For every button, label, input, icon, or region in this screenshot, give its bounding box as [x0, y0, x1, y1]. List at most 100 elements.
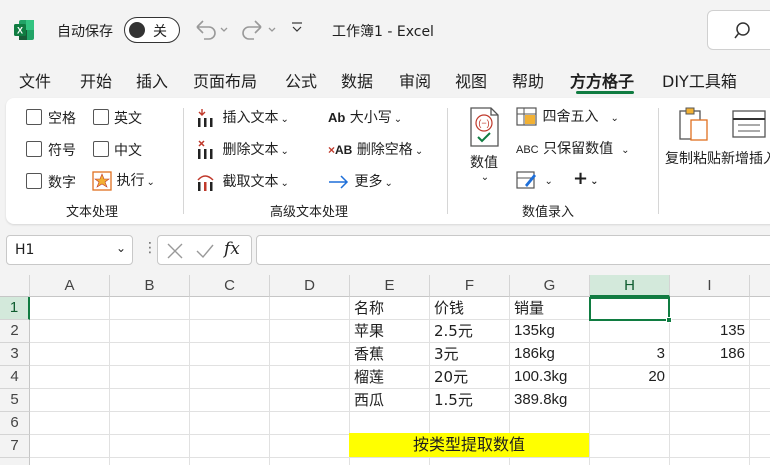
grid-cell[interactable] [30, 366, 110, 389]
grid-cell[interactable] [590, 435, 670, 458]
row-header-1[interactable]: 1 [0, 297, 30, 320]
grid-cell[interactable] [110, 435, 190, 458]
formula-input[interactable] [256, 235, 770, 265]
row-header-8[interactable] [0, 458, 30, 465]
grid-cell[interactable] [670, 435, 750, 458]
grid-cell[interactable] [750, 320, 770, 343]
grid-cell[interactable] [750, 389, 770, 412]
delete-text-button[interactable]: 删除文本 ⌄ [196, 139, 289, 160]
grid-cell[interactable] [750, 343, 770, 366]
cell-f2[interactable]: 2.5元 [430, 320, 510, 343]
enter-icon[interactable] [195, 242, 215, 260]
tab-formulas[interactable]: 公式 [285, 68, 317, 92]
grid-cell[interactable] [670, 297, 750, 320]
cell-h3[interactable]: 3 [590, 343, 670, 366]
grid-cell[interactable] [750, 366, 770, 389]
row-header-4[interactable]: 4 [0, 366, 30, 389]
grid-cell[interactable] [190, 389, 270, 412]
active-cell-h1[interactable] [589, 297, 670, 321]
grid-cell[interactable] [350, 458, 430, 465]
column-header-a[interactable]: A [30, 275, 110, 297]
row-header-7[interactable]: 7 [0, 435, 30, 458]
insert-text-button[interactable]: 插入文本 ⌄ [196, 107, 289, 128]
cell-i2[interactable]: 135 [670, 320, 750, 343]
grid-cell[interactable] [270, 435, 350, 458]
cell-h4[interactable]: 20 [590, 366, 670, 389]
value-button[interactable]: (−) 数值 ⌄ [464, 106, 504, 183]
cell-e2[interactable]: 苹果 [350, 320, 430, 343]
column-header-h[interactable]: H [590, 275, 670, 297]
case-button[interactable]: Ab 大小写 ⌄ [328, 107, 402, 127]
grid-cell[interactable] [110, 389, 190, 412]
row-header-6[interactable]: 6 [0, 412, 30, 435]
tab-page-layout[interactable]: 页面布局 [193, 68, 257, 92]
grid-cell[interactable] [30, 435, 110, 458]
grid-cell[interactable] [30, 343, 110, 366]
checkbox-english[interactable] [93, 109, 109, 125]
tab-data[interactable]: 数据 [341, 68, 373, 92]
grid-cell[interactable] [30, 320, 110, 343]
grid-cell[interactable] [270, 320, 350, 343]
grid-cell[interactable] [750, 435, 770, 458]
extract-values-banner[interactable]: 按类型提取数值 [349, 433, 589, 457]
grid-cell[interactable] [30, 412, 110, 435]
grid-cell[interactable] [190, 412, 270, 435]
add-insert-button[interactable]: 新增插入 [721, 106, 770, 168]
cell-i3[interactable]: 186 [670, 343, 750, 366]
insert-function-icon[interactable]: fx [224, 239, 240, 259]
more-button[interactable]: 更多 ⌄ [328, 171, 393, 191]
grid-cell[interactable] [190, 320, 270, 343]
column-header-c[interactable]: C [190, 275, 270, 297]
keep-values-button[interactable]: ABC 只保留数值 ⌄ [516, 138, 629, 158]
checkbox-space[interactable] [26, 109, 42, 125]
grid-cell[interactable] [190, 297, 270, 320]
grid-cell[interactable] [270, 458, 350, 465]
row-header-3[interactable]: 3 [0, 343, 30, 366]
cell-e5[interactable]: 西瓜 [350, 389, 430, 412]
grid-cell[interactable] [750, 458, 770, 465]
grid-cell[interactable] [670, 366, 750, 389]
grid-cell[interactable] [190, 435, 270, 458]
grid-cell[interactable] [190, 343, 270, 366]
grid-cell[interactable] [270, 366, 350, 389]
cell-f3[interactable]: 3元 [430, 343, 510, 366]
tab-diy-toolbox[interactable]: DIY工具箱 [662, 68, 737, 92]
grid-cell[interactable] [590, 458, 670, 465]
grid-cell[interactable] [110, 366, 190, 389]
grid-cell[interactable] [270, 389, 350, 412]
grid-cell[interactable] [430, 412, 510, 435]
grid-cell[interactable] [590, 412, 670, 435]
cell-g2[interactable]: 135kg [510, 320, 590, 343]
cell-e3[interactable]: 香蕉 [350, 343, 430, 366]
grid-cell[interactable] [30, 297, 110, 320]
cell-f4[interactable]: 20元 [430, 366, 510, 389]
grid-cell[interactable] [270, 297, 350, 320]
column-header-f[interactable]: F [430, 275, 510, 297]
grid-cell[interactable] [750, 297, 770, 320]
cancel-icon[interactable] [166, 242, 184, 260]
row-header-5[interactable]: 5 [0, 389, 30, 412]
grid-cell[interactable] [30, 389, 110, 412]
fill-handle[interactable] [666, 317, 672, 323]
copy-paste-button[interactable]: 复制粘贴 [665, 106, 721, 168]
checkbox-chinese[interactable] [93, 141, 109, 157]
cell-g4[interactable]: 100.3kg [510, 366, 590, 389]
delete-space-button[interactable]: ×AB 删除空格 ⌄ [328, 139, 423, 159]
tab-fangfang[interactable]: 方方格子 [570, 68, 634, 92]
tab-home[interactable]: 开始 [80, 68, 112, 92]
select-all-corner[interactable] [0, 275, 30, 297]
grid-cell[interactable] [190, 366, 270, 389]
grid-cell[interactable] [670, 458, 750, 465]
cell-e4[interactable]: 榴莲 [350, 366, 430, 389]
undo-icon[interactable] [191, 17, 231, 43]
customize-toolbar-icon[interactable] [291, 21, 303, 35]
column-header-g[interactable]: G [510, 275, 590, 297]
grid-cell[interactable] [750, 412, 770, 435]
grid-cell[interactable] [510, 458, 590, 465]
tab-file[interactable]: 文件 [19, 68, 51, 92]
column-header-i[interactable]: I [670, 275, 750, 297]
checkbox-symbol[interactable] [26, 141, 42, 157]
grid-cell[interactable] [110, 297, 190, 320]
tab-insert[interactable]: 插入 [136, 68, 168, 92]
cell-f1[interactable]: 价钱 [430, 297, 510, 320]
